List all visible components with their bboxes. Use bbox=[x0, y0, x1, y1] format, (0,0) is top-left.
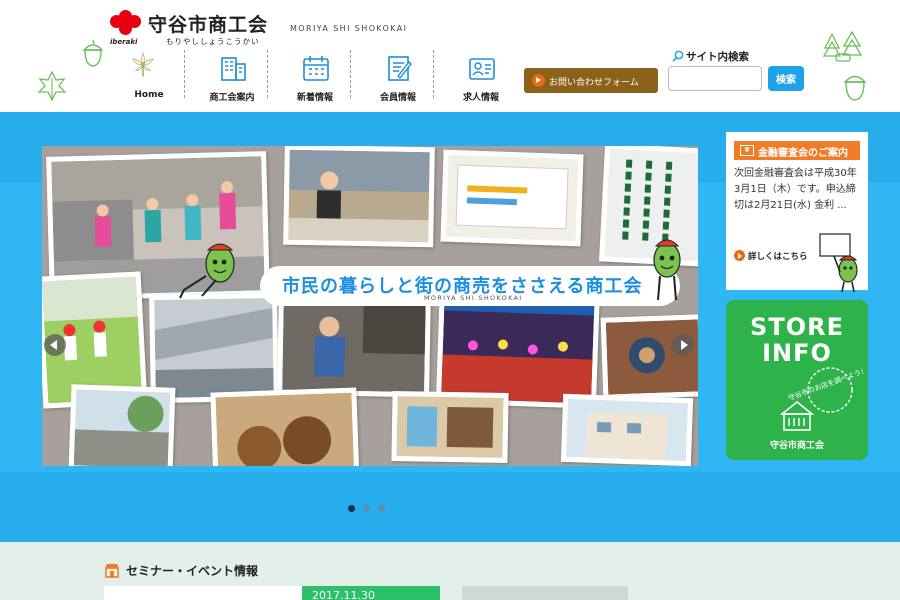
nav-label: 新着情報 bbox=[296, 93, 333, 103]
mascot-sign-icon bbox=[819, 233, 858, 293]
finance-notice-card: ¥ 金融審査会のご案内 次回金融審査会は平成30年3月1日（木）です。申込締切は… bbox=[726, 132, 868, 293]
photo-building bbox=[560, 393, 694, 466]
mascot-peanut-icon bbox=[179, 243, 235, 299]
store-info-card[interactable]: STORE INFO 守谷市のお店を調べよう！ 守谷市商工会 bbox=[726, 300, 868, 460]
logo-sub-text: iberaki bbox=[110, 38, 138, 46]
finance-more-link[interactable]: 詳しくはこちら bbox=[734, 250, 808, 262]
contact-form-label: お問い合わせフォーム bbox=[549, 78, 639, 88]
nav-label: 会員情報 bbox=[379, 93, 416, 103]
shop-awning-icon bbox=[105, 564, 119, 578]
slider-pagination bbox=[348, 505, 398, 513]
id-card-icon bbox=[469, 58, 495, 80]
arrow-right-icon bbox=[734, 250, 745, 261]
nav-divider bbox=[350, 50, 351, 98]
leaf-icon bbox=[37, 70, 67, 102]
slider-dot-1[interactable] bbox=[348, 505, 355, 512]
store-info-footer: 守谷市商工会 bbox=[769, 441, 824, 451]
hero-slider: 市民の暮らしと街の商売をささえる商工会 MORIYA SHI SHOKOKAI bbox=[42, 146, 698, 466]
nav-label: Home bbox=[134, 90, 164, 100]
nav-item-about[interactable]: 商工会案内 bbox=[195, 48, 269, 104]
calendar-icon bbox=[303, 56, 329, 81]
trees-icon bbox=[822, 30, 863, 62]
search-label-text: サイト内検索 bbox=[686, 51, 749, 63]
nav-item-members[interactable]: 会員情報 bbox=[361, 48, 435, 104]
logo-mark-icon bbox=[110, 10, 144, 40]
seminar-title-text: セミナー・イベント情報 bbox=[126, 564, 259, 578]
lily-flower-icon bbox=[132, 52, 154, 77]
nav-divider bbox=[184, 50, 185, 98]
site-logo[interactable]: iberaki 守谷市商工会 もりやししょうこうかい bbox=[110, 10, 270, 46]
header-tagline: MORIYA SHI SHOKOKAI bbox=[290, 24, 408, 33]
seminar-date: 2017.11.30 bbox=[302, 586, 440, 600]
acorn-icon bbox=[82, 39, 104, 67]
photo-station-roof bbox=[149, 292, 279, 404]
seminar-card[interactable] bbox=[104, 586, 302, 600]
nav-item-home[interactable]: Home bbox=[112, 48, 186, 104]
logo-title: 守谷市商工会 bbox=[148, 14, 269, 36]
photo-notebook bbox=[440, 149, 584, 247]
finance-body-text: 次回金融審査会は平成30年3月1日（木）です。申込締切は2月21日(水) 金利 … bbox=[734, 168, 857, 211]
slider-dot-2[interactable] bbox=[363, 505, 370, 512]
nav-divider bbox=[267, 50, 268, 98]
site-search-label: サイト内検索 bbox=[672, 49, 749, 64]
nav-label: 求人情報 bbox=[462, 93, 499, 103]
store-bubble-text: 守谷市のお店を調べよう！ bbox=[787, 365, 868, 402]
search-icon bbox=[672, 50, 684, 62]
finance-badge-label: 金融審査会のご案内 bbox=[758, 148, 848, 159]
acorn-icon bbox=[843, 75, 867, 101]
mascot-peanut-icon bbox=[653, 239, 681, 301]
site-header: iberaki 守谷市商工会 もりやししょうこうかい MORIYA SHI SH… bbox=[0, 0, 900, 112]
seminar-section: セミナー・イベント情報 2017.11.30 bbox=[0, 542, 900, 600]
seminar-photo[interactable] bbox=[462, 586, 628, 600]
finance-more-label: 詳しくはこちら bbox=[748, 252, 808, 262]
search-input[interactable] bbox=[668, 66, 762, 91]
building-icon bbox=[221, 57, 246, 81]
hero-banner-subtitle: MORIYA SHI SHOKOKAI bbox=[424, 294, 523, 302]
slider-dot-3[interactable] bbox=[378, 505, 385, 512]
contact-form-button[interactable]: お問い合わせフォーム bbox=[524, 68, 658, 93]
yen-icon: ¥ bbox=[740, 145, 754, 156]
memo-pencil-icon bbox=[388, 56, 412, 81]
photo-consultation bbox=[283, 146, 435, 248]
photo-shop-front bbox=[391, 390, 509, 464]
search-button[interactable]: 検索 bbox=[768, 66, 804, 91]
arrow-right-icon bbox=[532, 74, 545, 87]
photo-craft bbox=[600, 314, 698, 400]
photo-croquette bbox=[210, 387, 360, 466]
hero-banner: 市民の暮らしと街の商売をささえる商工会 MORIYA SHI SHOKOKAI bbox=[260, 266, 680, 306]
nav-item-news[interactable]: 新着情報 bbox=[278, 48, 352, 104]
logo-kana: もりやししょうこうかい bbox=[166, 37, 260, 46]
slider-prev-button[interactable] bbox=[44, 334, 66, 356]
seminar-section-title: セミナー・イベント情報 bbox=[104, 562, 258, 579]
shop-house-icon bbox=[779, 400, 815, 431]
nav-divider bbox=[433, 50, 434, 98]
photo-street bbox=[68, 384, 176, 466]
global-nav: Home 商工会案内 新着情報 会員情報 求人情報 bbox=[112, 48, 522, 104]
nav-item-jobs[interactable]: 求人情報 bbox=[444, 48, 518, 104]
nav-label: 商工会案内 bbox=[209, 93, 255, 103]
finance-badge: ¥ 金融審査会のご案内 bbox=[734, 141, 860, 160]
store-illustration: 守谷市のお店を調べよう！ bbox=[779, 365, 868, 431]
slider-next-button[interactable] bbox=[672, 334, 694, 356]
